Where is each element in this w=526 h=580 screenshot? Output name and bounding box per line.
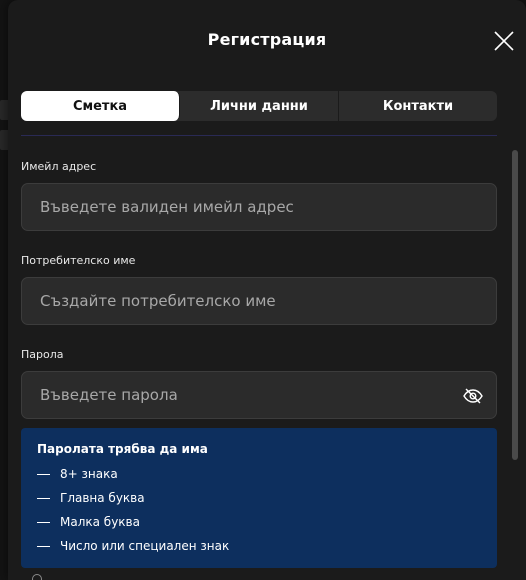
modal-title: Регистрация	[207, 30, 327, 49]
requirement-item: Число или специален знак	[37, 534, 481, 558]
requirement-text: Малка буква	[60, 515, 140, 529]
tab-account[interactable]: Сметка	[21, 91, 180, 121]
modal-header: Регистрация	[8, 0, 526, 78]
dash-icon	[37, 497, 50, 499]
password-requirements-title: Паролата трябва да има	[37, 442, 208, 456]
email-field-container	[21, 183, 497, 231]
partial-icon	[32, 574, 42, 580]
email-label: Имейл адрес	[21, 160, 97, 173]
password-label: Парола	[21, 348, 64, 361]
dash-icon	[37, 545, 50, 547]
dash-icon	[37, 521, 50, 523]
requirement-item: Малка буква	[37, 510, 481, 534]
requirement-text: Главна буква	[60, 491, 145, 505]
close-button[interactable]	[492, 29, 516, 53]
registration-modal: Регистрация Сметка Лични данни Контакти …	[8, 0, 526, 580]
eye-off-icon	[463, 388, 483, 404]
toggle-password-visibility-button[interactable]	[462, 386, 484, 406]
tab-contacts[interactable]: Контакти	[339, 91, 497, 121]
tab-personal-data[interactable]: Лични данни	[180, 91, 339, 121]
password-requirements-panel: Паролата трябва да има 8+ знака Главна б…	[21, 428, 497, 568]
username-field-container	[21, 277, 497, 325]
requirement-item: Главна буква	[37, 486, 481, 510]
scrollbar-thumb[interactable]	[512, 150, 518, 460]
registration-tabs: Сметка Лични данни Контакти	[21, 91, 497, 121]
username-label: Потребителско име	[21, 254, 136, 267]
password-field[interactable]	[22, 372, 496, 418]
email-field[interactable]	[22, 184, 496, 230]
tabs-divider	[21, 135, 497, 136]
username-field[interactable]	[22, 278, 496, 324]
password-field-container	[21, 371, 497, 419]
dash-icon	[37, 473, 50, 475]
close-icon	[494, 31, 514, 51]
requirement-text: 8+ знака	[60, 467, 118, 481]
next-section-peek	[28, 572, 504, 580]
requirement-text: Число или специален знак	[60, 539, 230, 553]
requirement-item: 8+ знака	[37, 462, 481, 486]
